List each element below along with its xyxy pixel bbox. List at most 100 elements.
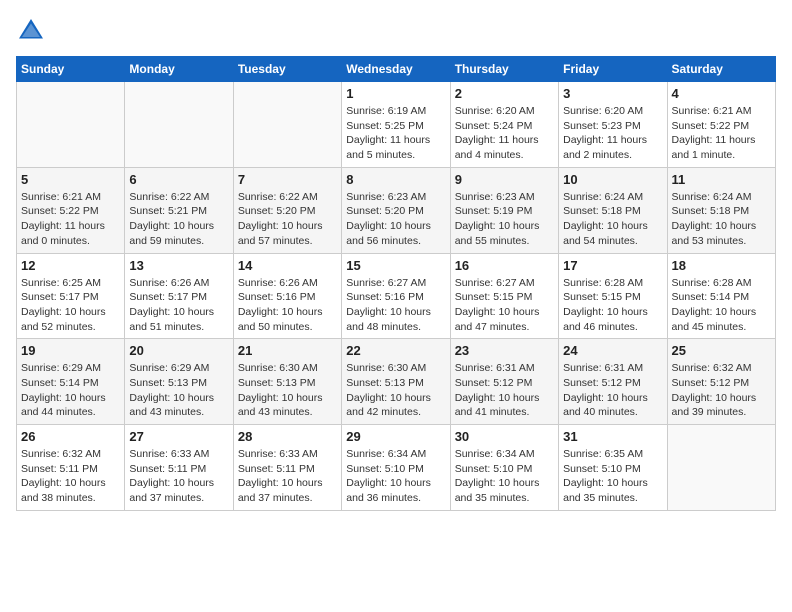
day-number: 8 — [346, 172, 445, 187]
day-cell: 19 Sunrise: 6:29 AMSunset: 5:14 PMDayligh… — [17, 339, 125, 425]
day-number: 22 — [346, 343, 445, 358]
week-row-1: 1Sunrise: 6:19 AMSunset: 5:25 PMDaylight… — [17, 82, 776, 168]
day-number: 6 — [129, 172, 228, 187]
day-number: 5 — [21, 172, 120, 187]
day-info: Sunrise: 6:30 AMSunset: 5:13 PMDaylight:… — [238, 361, 337, 420]
calendar-table: SundayMondayTuesdayWednesdayThursdayFrid… — [16, 56, 776, 511]
day-cell: 2 Sunrise: 6:20 AMSunset: 5:24 PMDaylight… — [450, 82, 558, 168]
day-cell: 30 Sunrise: 6:34 AMSunset: 5:10 PMDayligh… — [450, 425, 558, 511]
day-number: 3 — [563, 86, 662, 101]
week-row-2: 5 Sunrise: 6:21 AMSunset: 5:22 PMDaylight… — [17, 167, 776, 253]
day-cell: 18 Sunrise: 6:28 AMSunset: 5:14 PMDayligh… — [667, 253, 775, 339]
day-info: Sunrise: 6:26 AMSunset: 5:16 PMDaylight:… — [238, 276, 337, 335]
day-cell: 7 Sunrise: 6:22 AMSunset: 5:20 PMDaylight… — [233, 167, 341, 253]
day-number: 14 — [238, 258, 337, 273]
day-info: Sunrise: 6:23 AMSunset: 5:20 PMDaylight:… — [346, 190, 445, 249]
week-row-3: 12 Sunrise: 6:25 AMSunset: 5:17 PMDayligh… — [17, 253, 776, 339]
day-info: Sunrise: 6:24 AMSunset: 5:18 PMDaylight:… — [563, 190, 662, 249]
page-header — [16, 16, 776, 46]
day-info: Sunrise: 6:20 AMSunset: 5:24 PMDaylight:… — [455, 104, 554, 163]
day-number: 27 — [129, 429, 228, 444]
day-number: 26 — [21, 429, 120, 444]
day-cell: 5 Sunrise: 6:21 AMSunset: 5:22 PMDaylight… — [17, 167, 125, 253]
day-number: 21 — [238, 343, 337, 358]
day-cell: 8 Sunrise: 6:23 AMSunset: 5:20 PMDaylight… — [342, 167, 450, 253]
week-row-5: 26Sunrise: 6:32 AMSunset: 5:11 PMDayligh… — [17, 425, 776, 511]
day-cell — [667, 425, 775, 511]
day-info: Sunrise: 6:29 AMSunset: 5:13 PMDaylight:… — [129, 361, 228, 420]
day-cell: 23 Sunrise: 6:31 AMSunset: 5:12 PMDayligh… — [450, 339, 558, 425]
day-cell: 22 Sunrise: 6:30 AMSunset: 5:13 PMDayligh… — [342, 339, 450, 425]
day-info: Sunrise: 6:33 AMSunset: 5:11 PMDaylight:… — [129, 447, 228, 506]
day-number: 4 — [672, 86, 771, 101]
weekday-header-wednesday: Wednesday — [342, 57, 450, 82]
day-cell: 11 Sunrise: 6:24 AMSunset: 5:18 PMDayligh… — [667, 167, 775, 253]
day-info: Sunrise: 6:35 AMSunset: 5:10 PMDaylight:… — [563, 447, 662, 506]
day-info: Sunrise: 6:24 AMSunset: 5:18 PMDaylight:… — [672, 190, 771, 249]
logo-icon — [16, 16, 46, 46]
day-cell: 10 Sunrise: 6:24 AMSunset: 5:18 PMDayligh… — [559, 167, 667, 253]
day-number: 29 — [346, 429, 445, 444]
day-info: Sunrise: 6:32 AMSunset: 5:12 PMDaylight:… — [672, 361, 771, 420]
day-number: 11 — [672, 172, 771, 187]
day-number: 13 — [129, 258, 228, 273]
day-info: Sunrise: 6:28 AMSunset: 5:15 PMDaylight:… — [563, 276, 662, 335]
day-info: Sunrise: 6:33 AMSunset: 5:11 PMDaylight:… — [238, 447, 337, 506]
day-cell: 12 Sunrise: 6:25 AMSunset: 5:17 PMDayligh… — [17, 253, 125, 339]
day-info: Sunrise: 6:27 AMSunset: 5:16 PMDaylight:… — [346, 276, 445, 335]
day-cell — [233, 82, 341, 168]
day-cell — [17, 82, 125, 168]
day-info: Sunrise: 6:23 AMSunset: 5:19 PMDaylight:… — [455, 190, 554, 249]
day-cell: 15Sunrise: 6:27 AMSunset: 5:16 PMDayligh… — [342, 253, 450, 339]
day-info: Sunrise: 6:31 AMSunset: 5:12 PMDaylight:… — [563, 361, 662, 420]
day-info: Sunrise: 6:31 AMSunset: 5:12 PMDaylight:… — [455, 361, 554, 420]
day-cell: 16Sunrise: 6:27 AMSunset: 5:15 PMDayligh… — [450, 253, 558, 339]
day-number: 12 — [21, 258, 120, 273]
day-cell: 31 Sunrise: 6:35 AMSunset: 5:10 PMDayligh… — [559, 425, 667, 511]
weekday-header-tuesday: Tuesday — [233, 57, 341, 82]
day-number: 10 — [563, 172, 662, 187]
weekday-header-thursday: Thursday — [450, 57, 558, 82]
day-info: Sunrise: 6:29 AMSunset: 5:14 PMDaylight:… — [21, 361, 120, 420]
day-info: Sunrise: 6:21 AMSunset: 5:22 PMDaylight:… — [21, 190, 120, 249]
day-cell: 27 Sunrise: 6:33 AMSunset: 5:11 PMDayligh… — [125, 425, 233, 511]
day-number: 28 — [238, 429, 337, 444]
week-row-4: 19 Sunrise: 6:29 AMSunset: 5:14 PMDayligh… — [17, 339, 776, 425]
day-info: Sunrise: 6:22 AMSunset: 5:20 PMDaylight:… — [238, 190, 337, 249]
day-number: 30 — [455, 429, 554, 444]
day-info: Sunrise: 6:28 AMSunset: 5:14 PMDaylight:… — [672, 276, 771, 335]
day-cell: 28 Sunrise: 6:33 AMSunset: 5:11 PMDayligh… — [233, 425, 341, 511]
day-info: Sunrise: 6:25 AMSunset: 5:17 PMDaylight:… — [21, 276, 120, 335]
day-number: 25 — [672, 343, 771, 358]
day-info: Sunrise: 6:34 AMSunset: 5:10 PMDaylight:… — [455, 447, 554, 506]
day-number: 2 — [455, 86, 554, 101]
day-number: 18 — [672, 258, 771, 273]
day-number: 20 — [129, 343, 228, 358]
day-cell: 20 Sunrise: 6:29 AMSunset: 5:13 PMDayligh… — [125, 339, 233, 425]
weekday-header-saturday: Saturday — [667, 57, 775, 82]
day-cell: 17 Sunrise: 6:28 AMSunset: 5:15 PMDayligh… — [559, 253, 667, 339]
day-info: Sunrise: 6:21 AMSunset: 5:22 PMDaylight:… — [672, 104, 771, 163]
day-cell: 29 Sunrise: 6:34 AMSunset: 5:10 PMDayligh… — [342, 425, 450, 511]
day-info: Sunrise: 6:26 AMSunset: 5:17 PMDaylight:… — [129, 276, 228, 335]
weekday-header-monday: Monday — [125, 57, 233, 82]
day-info: Sunrise: 6:19 AMSunset: 5:25 PMDaylight:… — [346, 104, 445, 163]
weekday-header-friday: Friday — [559, 57, 667, 82]
day-cell: 3Sunrise: 6:20 AMSunset: 5:23 PMDaylight… — [559, 82, 667, 168]
day-number: 23 — [455, 343, 554, 358]
weekday-header-row: SundayMondayTuesdayWednesdayThursdayFrid… — [17, 57, 776, 82]
day-info: Sunrise: 6:27 AMSunset: 5:15 PMDaylight:… — [455, 276, 554, 335]
day-cell: 13 Sunrise: 6:26 AMSunset: 5:17 PMDayligh… — [125, 253, 233, 339]
day-number: 19 — [21, 343, 120, 358]
day-number: 31 — [563, 429, 662, 444]
day-number: 17 — [563, 258, 662, 273]
day-cell: 1Sunrise: 6:19 AMSunset: 5:25 PMDaylight… — [342, 82, 450, 168]
day-cell: 25 Sunrise: 6:32 AMSunset: 5:12 PMDayligh… — [667, 339, 775, 425]
weekday-header-sunday: Sunday — [17, 57, 125, 82]
day-cell: 26Sunrise: 6:32 AMSunset: 5:11 PMDayligh… — [17, 425, 125, 511]
day-cell: 14 Sunrise: 6:26 AMSunset: 5:16 PMDayligh… — [233, 253, 341, 339]
day-info: Sunrise: 6:34 AMSunset: 5:10 PMDaylight:… — [346, 447, 445, 506]
day-number: 7 — [238, 172, 337, 187]
day-info: Sunrise: 6:30 AMSunset: 5:13 PMDaylight:… — [346, 361, 445, 420]
day-cell: 6Sunrise: 6:22 AMSunset: 5:21 PMDaylight… — [125, 167, 233, 253]
